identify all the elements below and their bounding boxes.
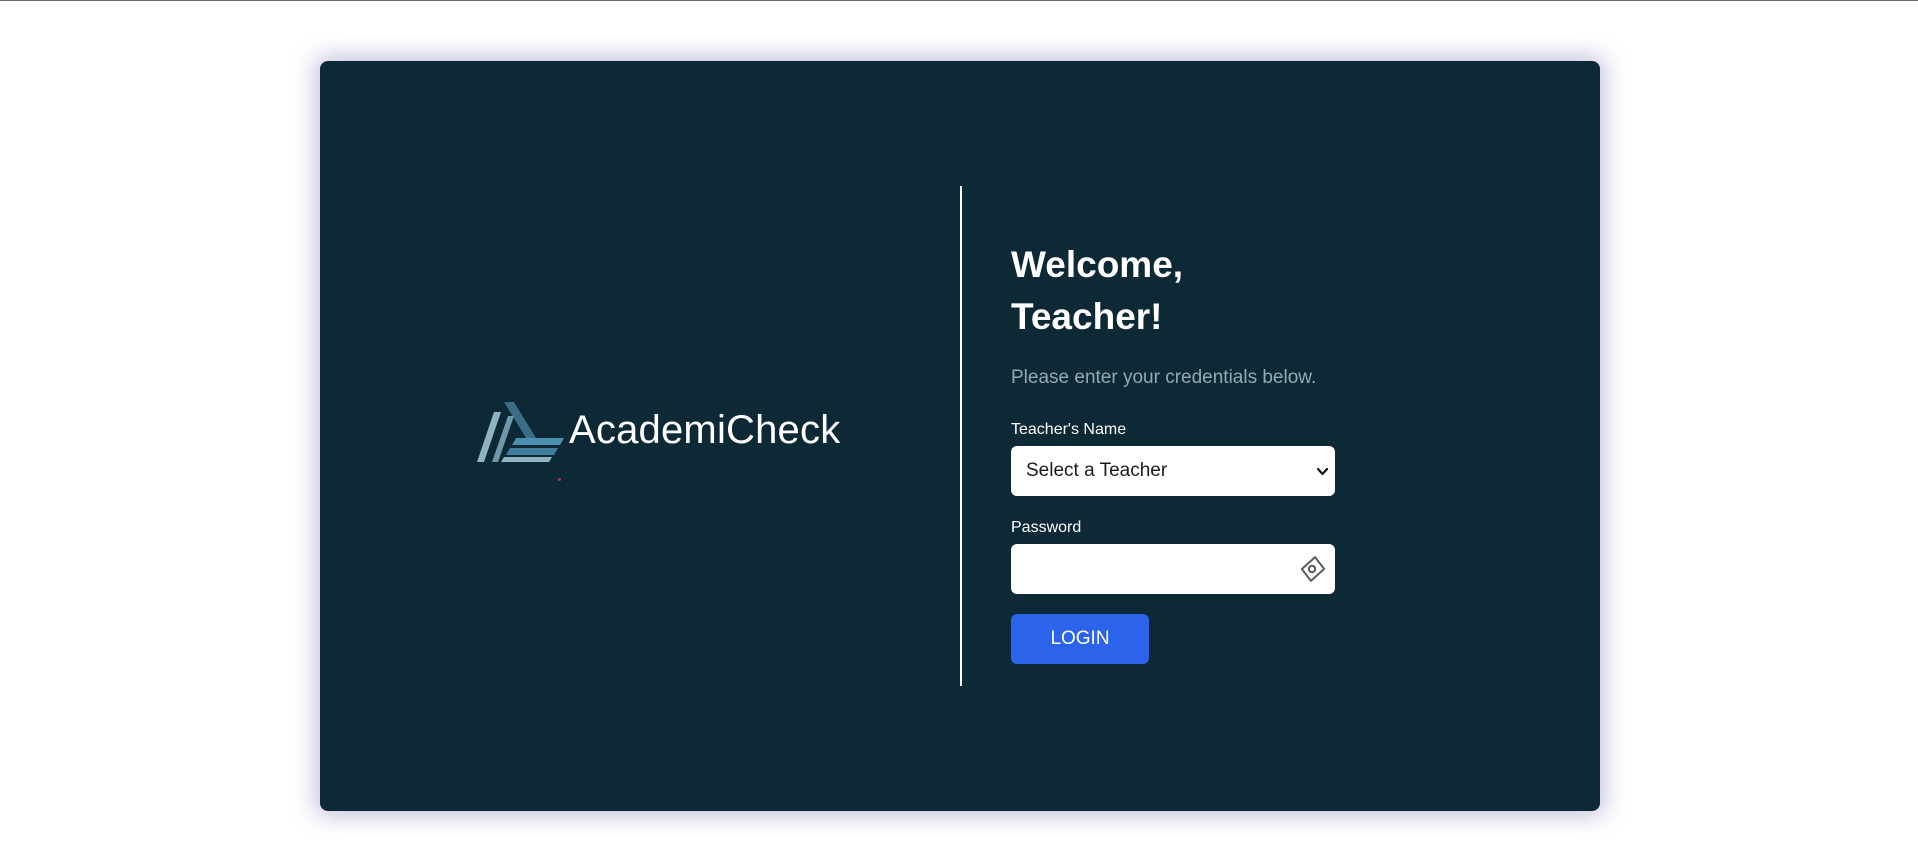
chevron-down-icon	[1316, 467, 1329, 476]
red-dot	[558, 478, 561, 481]
vertical-divider	[960, 186, 962, 686]
brand: AcademiCheck	[476, 400, 840, 464]
login-card: AcademiCheck Welcome, Teacher! Please en…	[320, 61, 1600, 811]
teacher-select[interactable]: Select a Teacher	[1011, 446, 1335, 496]
welcome-heading: Welcome, Teacher!	[1011, 244, 1184, 337]
eye-icon[interactable]	[1299, 555, 1327, 583]
logo-icon	[477, 402, 564, 462]
password-input[interactable]	[1011, 544, 1281, 594]
teacher-name-label: Teacher's Name	[1011, 421, 1127, 438]
login-form: Welcome, Teacher! Please enter your cred…	[1011, 239, 1335, 664]
password-label: Password	[1011, 519, 1082, 536]
brand-name: AcademiCheck	[569, 407, 841, 452]
login-button[interactable]: LOGIN	[1011, 614, 1149, 664]
password-field	[1011, 544, 1335, 594]
teacher-select-value: Select a Teacher	[1026, 460, 1168, 481]
subtitle: Please enter your credentials below.	[1011, 367, 1317, 388]
top-border	[0, 0, 1918, 1]
